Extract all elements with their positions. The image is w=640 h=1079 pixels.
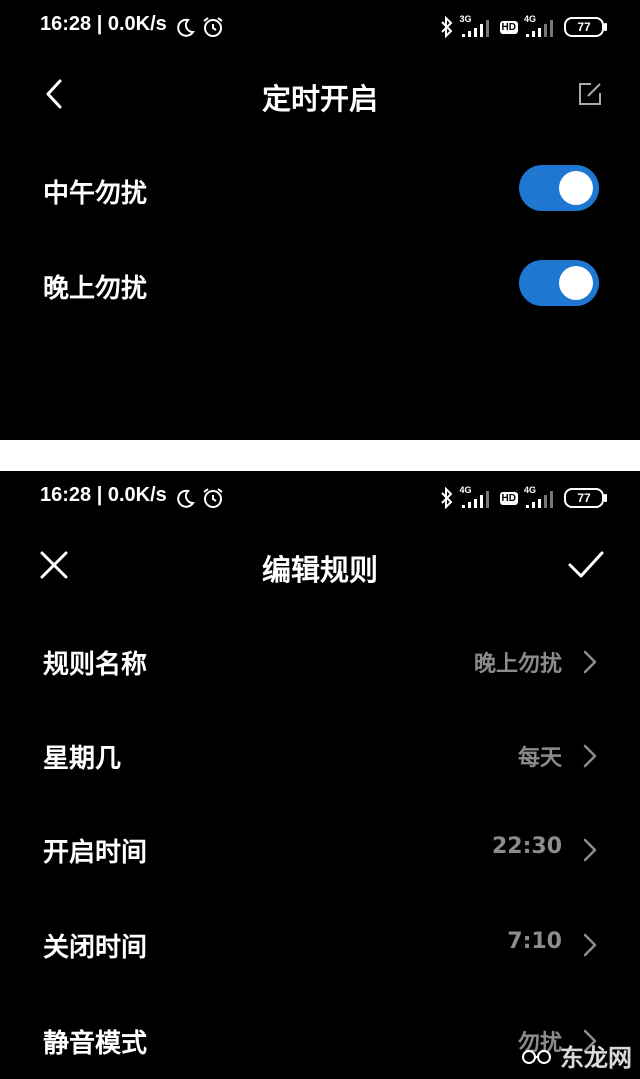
rule-label: 规则名称 — [43, 650, 148, 680]
rule-label: 静音模式 — [43, 1029, 148, 1059]
hd-icon: HD — [499, 20, 518, 34]
confirm-button[interactable] — [562, 541, 610, 589]
alarm-icon — [203, 17, 223, 37]
status-time: 16:28 | 0.0K/s — [40, 13, 167, 35]
moon-icon — [177, 18, 195, 37]
rule-row-name[interactable]: 规则名称 晚上勿扰 — [0, 614, 640, 708]
rule-label: 关闭时间 — [43, 933, 148, 963]
toggle-row-night: 晚上勿扰 — [0, 238, 640, 330]
page-header: 定时开启 — [0, 60, 640, 130]
alarm-icon — [203, 488, 223, 508]
status-time: 16:28 | 0.0K/s — [40, 484, 167, 506]
toggle-row-noon: 中午勿扰 — [0, 143, 640, 235]
rule-row-weekday[interactable]: 星期几 每天 — [0, 708, 640, 802]
toggle-knob — [559, 266, 593, 300]
signal-type-label: 4G — [459, 485, 472, 495]
edit-button[interactable] — [566, 70, 614, 118]
toggle-label: 中午勿扰 — [43, 179, 148, 209]
status-icons-right: 3G HD 4G 77 — [440, 14, 607, 39]
signal-3g-icon: 3G — [459, 14, 494, 38]
signal-4g-icon: 4G — [524, 14, 558, 38]
signal-type-label: 3G — [459, 14, 472, 24]
check-icon — [568, 551, 604, 578]
rule-row-end-time[interactable]: 关闭时间 7:10 — [0, 897, 640, 991]
toggle-label: 晚上勿扰 — [43, 274, 148, 304]
chevron-right-icon — [583, 744, 597, 768]
bluetooth-icon — [440, 487, 452, 509]
chevron-right-icon — [583, 650, 597, 674]
rule-row-start-time[interactable]: 开启时间 22:30 — [0, 802, 640, 896]
watermark-text: 东龙网 — [560, 1044, 632, 1072]
status-bar: 16:28 | 0.0K/s 4G HD 4G 77 — [0, 471, 640, 525]
rule-value: 22:30 — [491, 834, 562, 859]
timer-list-screen: 16:28 | 0.0K/s 3G HD 4G 77 定时开启 中午勿扰 晚上勿… — [0, 0, 640, 440]
moon-icon — [177, 489, 195, 508]
status-icons-right: 4G HD 4G 77 — [440, 485, 607, 510]
battery-icon: 77 — [564, 17, 607, 37]
watermark-logo-icon — [522, 1049, 551, 1064]
watermark: 东龙网 — [520, 1038, 632, 1073]
hd-icon: HD — [499, 491, 518, 505]
rule-label: 开启时间 — [43, 838, 148, 868]
signal-4g-icon: 4G — [524, 485, 558, 509]
signal-type-label: 4G — [524, 14, 537, 24]
toggle-knob — [559, 171, 593, 205]
page-title: 编辑规则 — [261, 553, 378, 587]
noon-dnd-toggle[interactable] — [519, 165, 599, 211]
rule-value: 每天 — [517, 746, 562, 771]
status-icons-left — [174, 486, 225, 514]
night-dnd-toggle[interactable] — [519, 260, 599, 306]
rule-value: 7:10 — [507, 929, 562, 954]
status-bar: 16:28 | 0.0K/s 3G HD 4G 77 — [0, 0, 640, 54]
signal-4g-icon: 4G — [459, 485, 494, 509]
battery-icon: 77 — [564, 488, 607, 508]
page-header: 编辑规则 — [0, 531, 640, 601]
edit-rule-screen: 16:28 | 0.0K/s 4G HD 4G 77 编辑规则 规则名称 晚上勿… — [0, 471, 640, 1079]
rule-label: 星期几 — [43, 744, 122, 774]
status-icons-left — [174, 15, 225, 43]
bluetooth-icon — [440, 16, 452, 38]
rule-value: 晚上勿扰 — [473, 652, 562, 677]
chevron-right-icon — [583, 838, 597, 862]
page-title: 定时开启 — [261, 82, 378, 116]
signal-type-label: 4G — [524, 485, 537, 495]
chevron-right-icon — [583, 933, 597, 957]
edit-icon — [579, 83, 601, 105]
